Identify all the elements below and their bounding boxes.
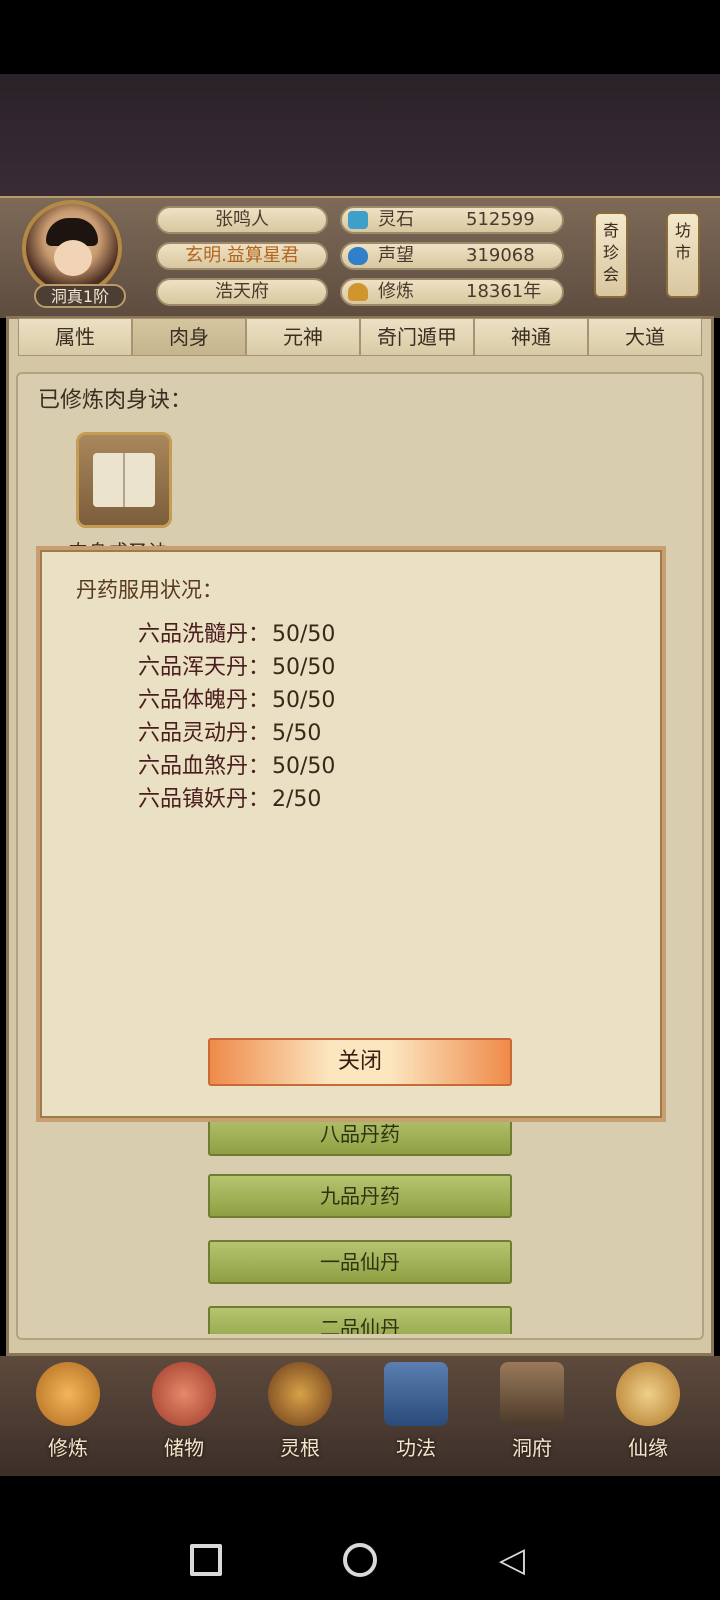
tab-soul[interactable]: 元神 xyxy=(246,318,360,356)
square-icon xyxy=(190,1544,222,1576)
recents-button[interactable] xyxy=(184,1538,228,1582)
immortal-fate-icon xyxy=(616,1362,680,1426)
technique-book-icon xyxy=(384,1362,448,1426)
rank-badge: 洞真1阶 xyxy=(34,284,126,308)
close-button[interactable]: 关闭 xyxy=(208,1038,512,1086)
tab-powers[interactable]: 神通 xyxy=(474,318,588,356)
player-title[interactable]: 玄明.益算星君 xyxy=(156,242,328,270)
tab-body[interactable]: 肉身 xyxy=(132,318,246,356)
tab-attributes[interactable]: 属性 xyxy=(18,318,132,356)
back-button[interactable]: ◁ xyxy=(490,1538,534,1582)
top-backdrop xyxy=(0,74,720,196)
immortal-pill-1-button[interactable]: 一品仙丹 xyxy=(208,1240,512,1284)
nav-technique[interactable]: 功法 xyxy=(366,1362,466,1474)
storage-bag-icon xyxy=(152,1362,216,1426)
cave-abode-icon xyxy=(500,1362,564,1426)
grade9-pill-button[interactable]: 九品丹药 xyxy=(208,1174,512,1218)
tab-dao[interactable]: 大道 xyxy=(588,318,702,356)
body-skills-heading: 已修炼肉身诀： xyxy=(38,388,193,413)
avatar-portrait xyxy=(22,200,122,296)
dialog-title: 丹药服用状况： xyxy=(76,578,223,602)
list-item: 六品镇妖丹：2/50 xyxy=(138,787,322,812)
back-triangle-icon: ◁ xyxy=(498,1540,526,1580)
spirit-root-icon xyxy=(268,1362,332,1426)
nav-spirit-root[interactable]: 灵根 xyxy=(250,1362,350,1474)
stat-spirit-stone: 灵石 512599 xyxy=(340,206,564,234)
cultivate-icon xyxy=(36,1362,100,1426)
reputation-icon xyxy=(348,247,368,265)
home-button[interactable] xyxy=(338,1538,382,1582)
nav-storage[interactable]: 储物 xyxy=(134,1362,234,1474)
list-item: 六品血煞丹：50/50 xyxy=(138,754,336,779)
list-item: 六品浑天丹：50/50 xyxy=(138,655,336,680)
book-icon[interactable] xyxy=(76,432,172,528)
stat-cultivation: 修炼 18361年 xyxy=(340,278,564,306)
treasure-auction-button[interactable]: 奇珍会 xyxy=(594,212,628,298)
market-button[interactable]: 坊市 xyxy=(666,212,700,298)
nav-fate[interactable]: 仙缘 xyxy=(598,1362,698,1474)
stat-reputation: 声望 319068 xyxy=(340,242,564,270)
tab-qimen[interactable]: 奇门遁甲 xyxy=(360,318,474,356)
status-bar xyxy=(0,0,720,74)
player-name: 张鸣人 xyxy=(156,206,328,234)
meditation-icon xyxy=(348,283,368,301)
list-item: 六品体魄丹：50/50 xyxy=(138,688,336,713)
list-item: 六品灵动丹：5/50 xyxy=(138,721,322,746)
circle-icon xyxy=(343,1543,377,1577)
list-item: 六品洗髓丹：50/50 xyxy=(138,622,336,647)
spirit-stone-icon xyxy=(348,211,368,229)
avatar[interactable]: 洞真1阶 xyxy=(20,200,130,310)
nav-cultivate[interactable]: 修炼 xyxy=(18,1362,118,1474)
immortal-pill-2-button[interactable]: 二品仙丹 xyxy=(208,1306,512,1334)
list-clip: 二品仙丹 xyxy=(0,1290,720,1334)
tab-bar: 属性 肉身 元神 奇门遁甲 神通 大道 xyxy=(18,318,702,358)
nav-cave[interactable]: 洞府 xyxy=(482,1362,582,1474)
residence-name: 浩天府 xyxy=(156,278,328,306)
pill-status-dialog xyxy=(36,546,666,1122)
